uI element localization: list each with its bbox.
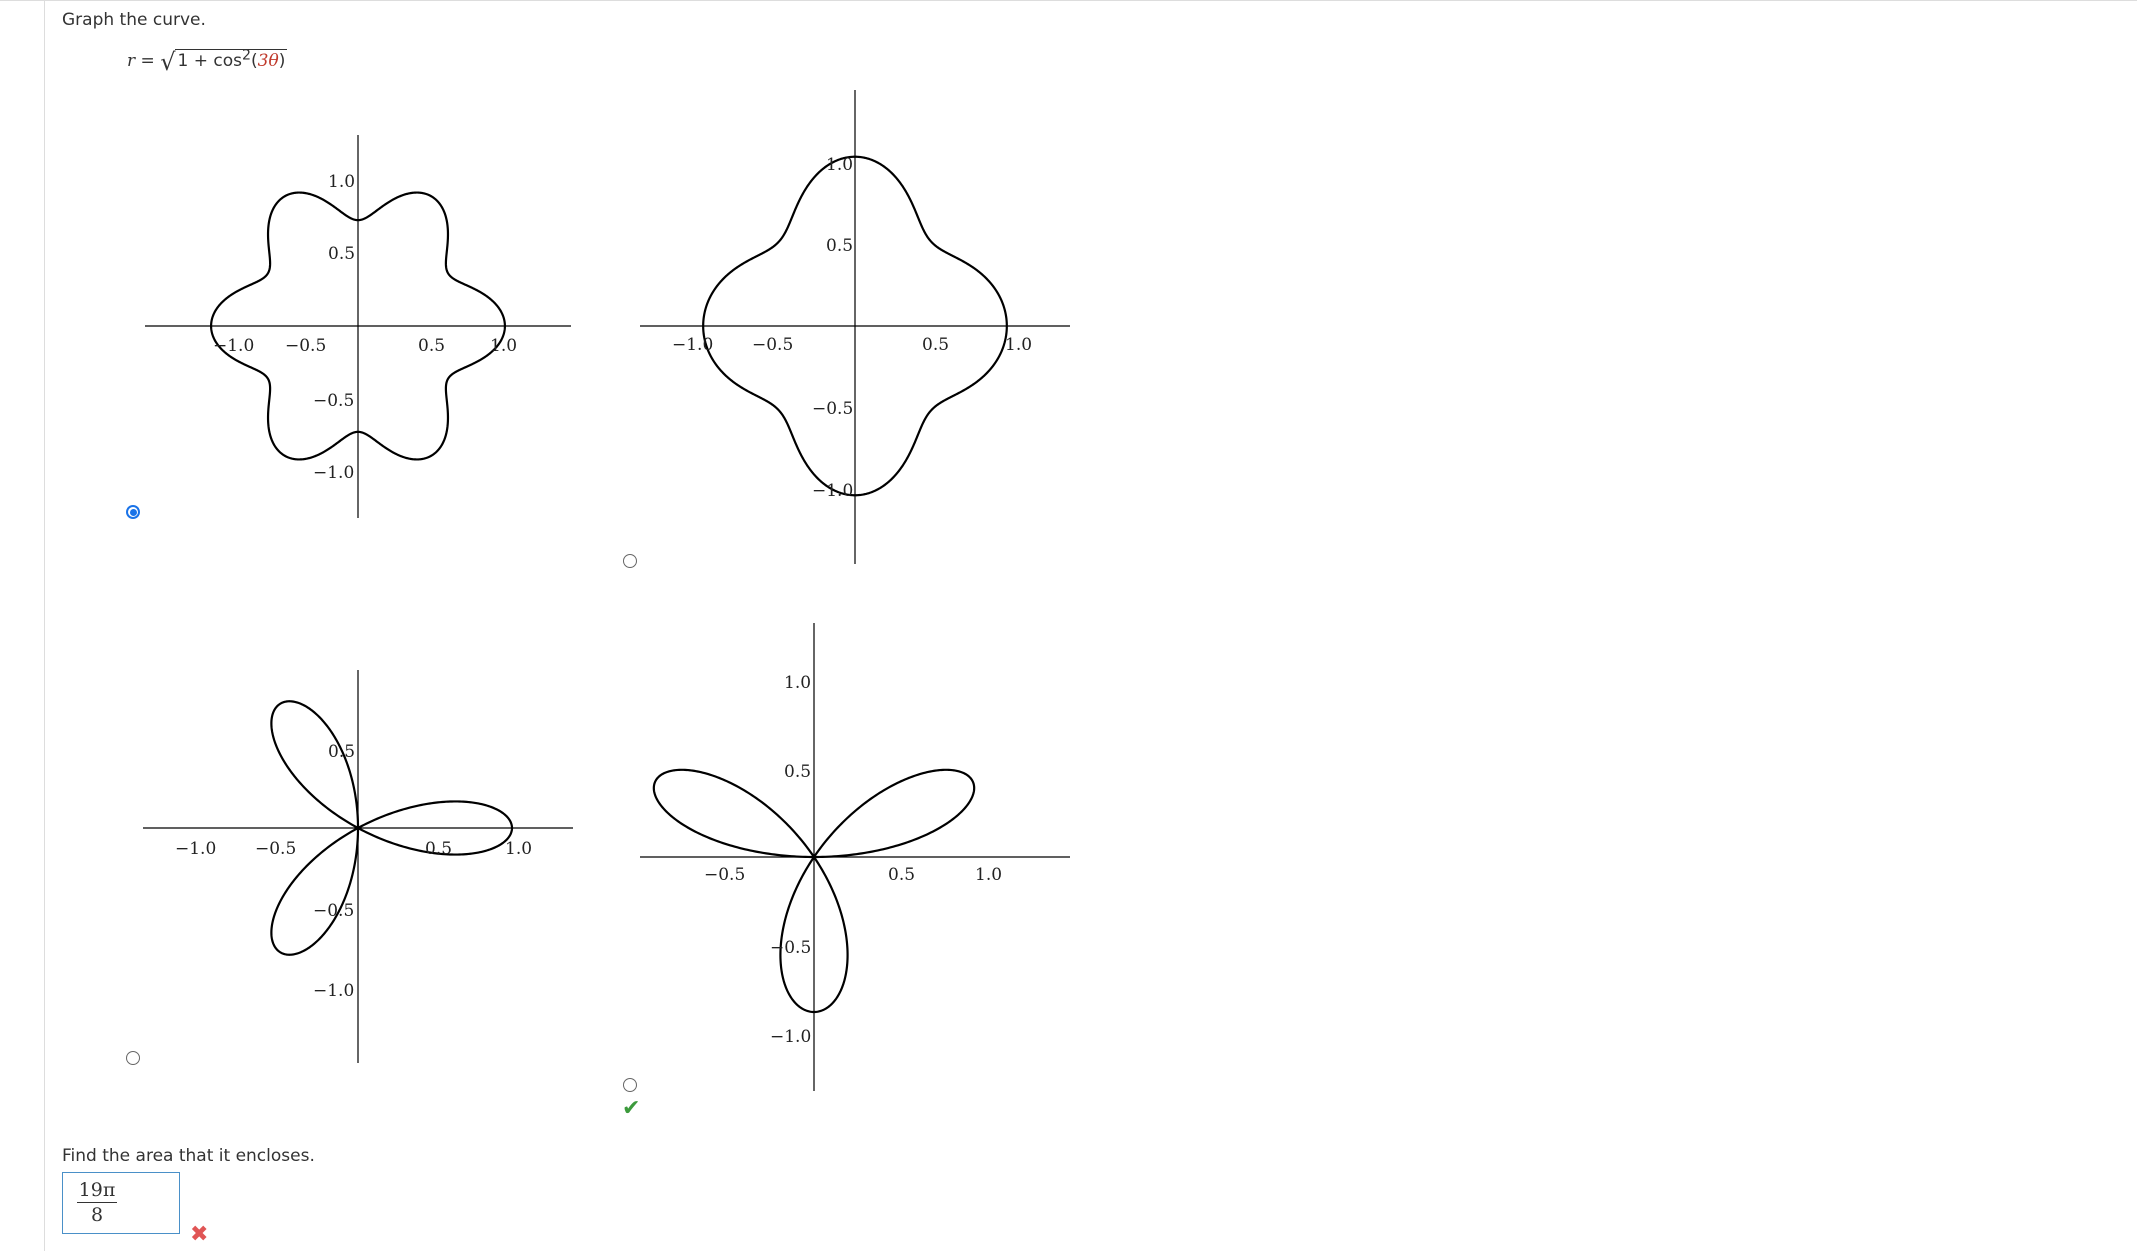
y-tick-label: 1.0 [826, 155, 853, 175]
y-tick-label: −1.0 [313, 463, 354, 483]
y-tick-label: 0.5 [328, 742, 355, 762]
x-tick-label: −1.0 [672, 335, 713, 355]
area-question-label: Find the area that it encloses. [62, 1146, 315, 1166]
y-tick-label: −0.5 [313, 391, 354, 411]
answer-numerator: 19π [77, 1179, 117, 1203]
y-tick-label: 1.0 [328, 172, 355, 192]
y-tick-label: −0.5 [812, 399, 853, 419]
graph-option-a[interactable]: −1.0 −0.5 0.5 1.0 1.0 0.5 −0.5 −1.0 [135, 120, 585, 530]
left-divider [44, 0, 45, 1251]
y-tick-label: −0.5 [313, 901, 354, 921]
x-tick-label: −1.0 [175, 839, 216, 859]
x-tick-label: −1.0 [213, 336, 254, 356]
graph-option-d[interactable]: −0.5 0.5 1.0 1.0 0.5 −0.5 −1.0 [632, 615, 1082, 1095]
y-tick-label: −1.0 [812, 481, 853, 501]
x-tick-label: 0.5 [425, 839, 452, 859]
correct-check-icon: ✔ [622, 1096, 641, 1121]
radio-option-d[interactable] [623, 1078, 637, 1092]
answer-fraction: 19π 8 [77, 1179, 117, 1226]
x-tick-label: 0.5 [418, 336, 445, 356]
y-tick-label: −0.5 [770, 938, 811, 958]
graph-option-b[interactable]: −1.0 −0.5 0.5 1.0 1.0 0.5 −0.5 −1.0 [632, 80, 1082, 570]
y-tick-label: 0.5 [826, 236, 853, 256]
x-tick-label: 0.5 [888, 865, 915, 885]
equation-argument: 3θ [257, 51, 279, 71]
question-prompt: Graph the curve. [62, 10, 206, 30]
y-tick-label: −1.0 [770, 1027, 811, 1047]
area-answer-input[interactable]: 19π 8 [62, 1172, 180, 1234]
graph-option-c[interactable]: −1.0 −0.5 0.5 1.0 0.5 −0.5 −1.0 [135, 665, 585, 1075]
x-tick-label: 1.0 [975, 865, 1002, 885]
y-tick-label: 1.0 [784, 673, 811, 693]
radio-option-b[interactable] [623, 554, 637, 568]
x-tick-label: 1.0 [1005, 335, 1032, 355]
x-tick-label: −0.5 [255, 839, 296, 859]
y-tick-label: 0.5 [784, 762, 811, 782]
x-tick-label: 1.0 [490, 336, 517, 356]
x-tick-label: −0.5 [752, 335, 793, 355]
incorrect-x-icon: ✖ [190, 1222, 209, 1247]
equation-lhs: r = [127, 51, 155, 71]
y-tick-label: −1.0 [313, 981, 354, 1001]
answer-denominator: 8 [90, 1204, 104, 1226]
x-tick-label: −0.5 [704, 865, 745, 885]
equation: r = √ 1 + cos2(3θ) [127, 44, 288, 76]
y-tick-label: 0.5 [328, 244, 355, 264]
top-divider [0, 0, 2137, 1]
radio-option-a[interactable] [126, 505, 140, 519]
x-tick-label: 1.0 [505, 839, 532, 859]
x-tick-label: 0.5 [922, 335, 949, 355]
x-tick-label: −0.5 [285, 336, 326, 356]
radio-option-c[interactable] [126, 1051, 140, 1065]
equation-radicand: 1 + cos2(3θ) [175, 47, 288, 71]
sqrt-icon: √ [160, 48, 176, 76]
